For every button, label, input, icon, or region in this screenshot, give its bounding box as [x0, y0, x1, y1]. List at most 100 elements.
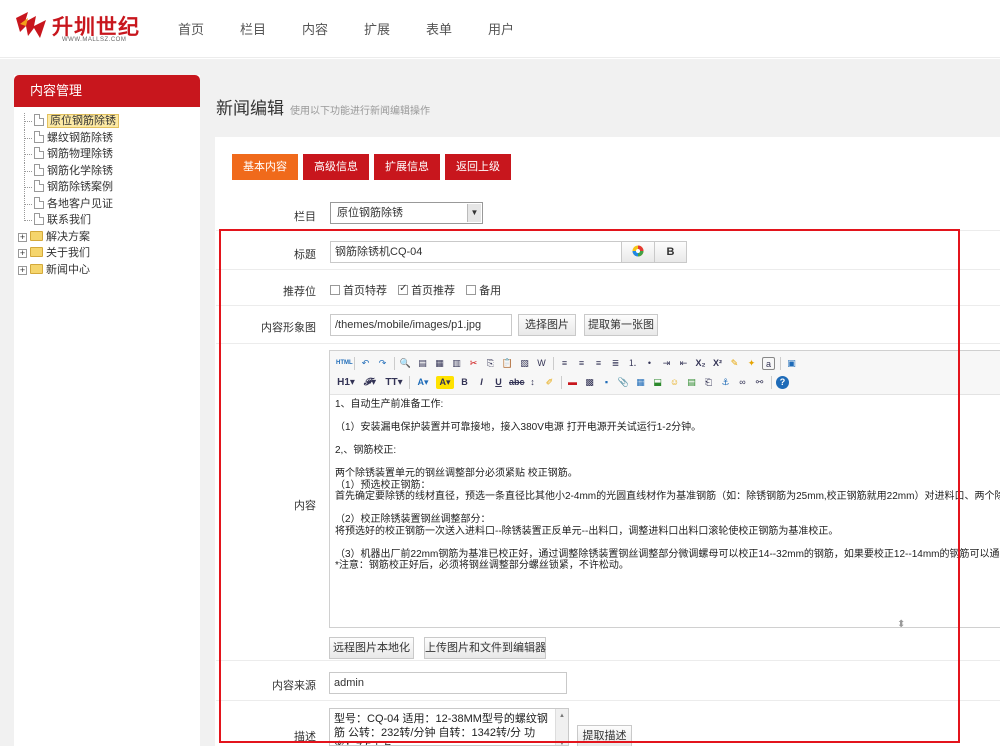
tree-item[interactable]: 螺纹钢筋除锈	[18, 129, 119, 146]
choose-image-button[interactable]: 选择图片	[518, 314, 576, 336]
paste-icon[interactable]: 📋	[501, 357, 514, 370]
toolbar-row-1: HTML ↶ ↷ 🔍 ▤ ▦ ▥ ✂ ⎘ 📋 ▧ W ≡ ≡ ≡ ≣ ⒈ • ⇥…	[336, 354, 802, 372]
strikethrough-icon[interactable]: abc	[509, 376, 525, 389]
upload-to-editor-button[interactable]: 上传图片和文件到编辑器	[424, 637, 546, 659]
align-right-icon[interactable]: ≡	[592, 357, 605, 370]
line-height-icon[interactable]: ↕	[526, 376, 539, 389]
nav-column[interactable]: 栏目	[222, 0, 284, 58]
media-icon[interactable]: ▤	[685, 376, 698, 389]
expand-icon[interactable]: +	[18, 232, 27, 242]
tab-basic[interactable]: 基本内容	[232, 154, 298, 180]
font-color-icon[interactable]: A▾	[414, 376, 432, 389]
tab-back[interactable]: 返回上级	[445, 154, 511, 180]
cut-icon[interactable]: ✂	[467, 357, 480, 370]
title-label: 标题	[294, 249, 316, 261]
tree-item[interactable]: 各地客户见证	[18, 195, 119, 212]
align-left-icon[interactable]: ≡	[558, 357, 571, 370]
outdent-icon[interactable]: ⇤	[677, 357, 690, 370]
tree-item[interactable]: 原位钢筋除锈	[18, 113, 119, 130]
image-row: 内容形象图 /themes/mobile/images/p1.jpg 选择图片 …	[216, 308, 1000, 344]
align-justify-icon[interactable]: ≣	[609, 357, 622, 370]
source-input[interactable]: admin	[329, 672, 567, 694]
first-image-button[interactable]: 提取第一张图	[584, 314, 658, 336]
scrollbar[interactable]: ▲ ▼	[555, 709, 568, 745]
recommend-option[interactable]: 备用	[466, 285, 501, 297]
recommend-option[interactable]: 首页推荐	[398, 283, 455, 297]
eraser-icon[interactable]: ✦	[745, 357, 758, 370]
remote-image-localize-button[interactable]: 远程图片本地化	[329, 637, 414, 659]
title-bold-button[interactable]: B	[654, 241, 687, 263]
tree-folder[interactable]: + 解决方案	[18, 229, 119, 246]
checkbox-checked[interactable]	[398, 283, 409, 295]
fullscreen-icon[interactable]: ▣	[785, 357, 798, 370]
underline-icon[interactable]: U	[492, 376, 505, 389]
anchor-icon[interactable]: ⚓	[719, 376, 732, 389]
tree-item[interactable]: 联系我们	[18, 212, 119, 229]
preview-icon[interactable]: 🔍	[399, 357, 412, 370]
resize-handle-icon[interactable]: ⬍	[897, 619, 905, 627]
horizontal-rule-icon[interactable]: ⬓	[651, 376, 664, 389]
help-icon[interactable]: ?	[776, 375, 789, 389]
superscript-icon[interactable]: X²	[711, 357, 724, 370]
title-input[interactable]: 钢筋除锈机CQ-04	[330, 241, 622, 263]
copy-icon[interactable]: ⎘	[484, 357, 497, 370]
subscript-icon[interactable]: X₂	[694, 357, 707, 370]
editor-body[interactable]: 1、自动生产前准备工作: （1）安装漏电保护装置并可靠接地，接入380V电源 打…	[335, 399, 1000, 572]
recommend-option[interactable]: 首页特荐	[330, 285, 387, 297]
tab-extended[interactable]: 扩展信息	[374, 154, 440, 180]
nav-home[interactable]: 首页	[160, 0, 222, 58]
logo[interactable]: 升圳世纪 WWW.MALLSZ.COM	[14, 8, 139, 48]
tree-folder[interactable]: + 关于我们	[18, 245, 119, 262]
title-color-button[interactable]	[621, 241, 655, 263]
paste-word-icon[interactable]: W	[535, 357, 548, 370]
undo-icon[interactable]: ↶	[359, 357, 372, 370]
align-center-icon[interactable]: ≡	[575, 357, 588, 370]
font-family-icon[interactable]: 𝓕▾	[360, 376, 380, 389]
rich-text-editor[interactable]: HTML ↶ ↷ 🔍 ▤ ▦ ▥ ✂ ⎘ 📋 ▧ W ≡ ≡ ≡ ≣ ⒈ • ⇥…	[329, 350, 1000, 628]
template-icon[interactable]: ▦	[433, 357, 446, 370]
tree-item[interactable]: 钢筋物理除锈	[18, 146, 119, 163]
unordered-list-icon[interactable]: •	[643, 357, 656, 370]
nav-content[interactable]: 内容	[284, 0, 346, 58]
checkbox[interactable]	[466, 285, 477, 295]
select-all-icon[interactable]: a	[762, 356, 775, 370]
multi-image-icon[interactable]: ▩	[583, 376, 596, 389]
font-size-icon[interactable]: TT▾	[384, 376, 404, 389]
column-select[interactable]: 原位钢筋除锈 ▼	[330, 202, 483, 224]
table-icon[interactable]: ▦	[634, 376, 647, 389]
image-icon[interactable]: ▬	[566, 376, 579, 389]
description-textarea[interactable]: 型号：CQ-04 适用：12-38MM型号的螺纹钢筋 公转：232转/分钟 自转…	[329, 708, 569, 746]
checkbox[interactable]	[330, 285, 340, 295]
tab-advanced[interactable]: 高级信息	[303, 154, 369, 180]
save-icon[interactable]: ▪	[600, 376, 613, 389]
print-icon[interactable]: ▤	[416, 357, 429, 370]
tree-folder[interactable]: + 新闻中心	[18, 262, 119, 279]
image-path-input[interactable]: /themes/mobile/images/p1.jpg	[330, 314, 512, 336]
italic-icon[interactable]: I	[475, 376, 488, 389]
attachment-icon[interactable]: 📎	[617, 376, 630, 389]
nav-form[interactable]: 表单	[408, 0, 470, 58]
tree-item[interactable]: 钢筋化学除锈	[18, 162, 119, 179]
nav-extend[interactable]: 扩展	[346, 0, 408, 58]
tree-item[interactable]: 钢筋除锈案例	[18, 179, 119, 196]
bold-icon[interactable]: B	[458, 376, 471, 389]
html-source-icon[interactable]: HTML	[336, 357, 353, 370]
emoticon-icon[interactable]: ☺	[668, 376, 681, 389]
clear-format-icon[interactable]: ✎	[728, 357, 741, 370]
format-painter-icon[interactable]: ✐	[543, 376, 556, 389]
nav-user[interactable]: 用户	[470, 0, 532, 58]
toolbar-row-2: H1▾ 𝓕▾ TT▾ A▾ A▾ B I U abc ↕ ✐ ▬ ▩ ▪ 📎 ▦…	[336, 373, 793, 391]
code-icon[interactable]: ▥	[450, 357, 463, 370]
unlink-icon[interactable]: ⚯	[753, 376, 766, 389]
paste-text-icon[interactable]: ▧	[518, 357, 531, 370]
highlight-color-icon[interactable]: A▾	[436, 375, 454, 389]
link-icon[interactable]: ∞	[736, 376, 749, 389]
heading-icon[interactable]: H1▾	[336, 376, 356, 389]
indent-icon[interactable]: ⇥	[660, 357, 673, 370]
page-break-icon[interactable]: ⎗	[702, 376, 715, 389]
ordered-list-icon[interactable]: ⒈	[626, 357, 639, 370]
extract-description-button[interactable]: 提取描述	[577, 725, 632, 746]
expand-icon[interactable]: +	[18, 249, 27, 258]
redo-icon[interactable]: ↷	[376, 357, 389, 370]
expand-icon[interactable]: +	[18, 265, 27, 275]
